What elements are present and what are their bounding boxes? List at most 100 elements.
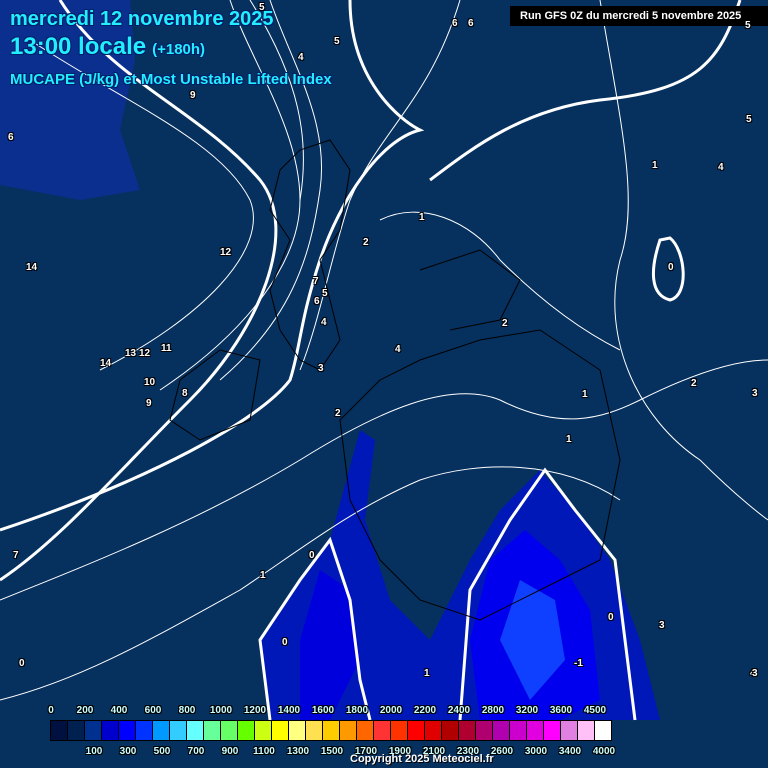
- legend-label-bottom: 700: [187, 746, 205, 757]
- legend-swatch: [85, 721, 102, 740]
- legend-label-top: 1800: [345, 705, 369, 716]
- contour-label: 14: [100, 358, 112, 369]
- legend-swatch: [374, 721, 391, 740]
- legend-swatch: [408, 721, 425, 740]
- contour-label: 0: [608, 612, 614, 623]
- legend-swatch: [102, 721, 119, 740]
- contour-label: 11: [161, 343, 172, 354]
- contour-label: 4: [718, 162, 724, 173]
- contour-label: 9: [146, 398, 152, 409]
- forecast-date: mercredi 12 novembre 2025: [10, 8, 274, 30]
- legend-label-top: 2400: [447, 705, 471, 716]
- legend-swatch: [136, 721, 153, 740]
- legend-label-top: 2200: [413, 705, 437, 716]
- contour-label: 4: [395, 344, 401, 355]
- contour-label: 1: [424, 668, 430, 679]
- legend-label-bottom: 500: [153, 746, 171, 757]
- legend-swatch: [323, 721, 340, 740]
- contour-label: 7: [313, 276, 319, 287]
- copyright: Copyright 2025 Meteociel.fr: [350, 753, 494, 765]
- legend-label-bottom: 900: [221, 746, 239, 757]
- mucape-map: [0, 0, 768, 721]
- legend-swatch: [357, 721, 374, 740]
- contour-label: 5: [322, 288, 328, 299]
- legend-swatch: [51, 721, 68, 740]
- legend-swatch: [527, 721, 544, 740]
- contour-label: 2: [691, 378, 697, 389]
- contour-label: 5: [746, 114, 752, 125]
- legend-label-top: 1000: [209, 705, 233, 716]
- contour-label: 3: [752, 668, 758, 679]
- legend-label-top: 4500: [583, 705, 607, 716]
- legend-label-top: 1600: [311, 705, 335, 716]
- contour-label: 1: [419, 212, 425, 223]
- legend-label-bottom: 300: [119, 746, 137, 757]
- legend-swatch: [578, 721, 595, 740]
- legend-label-bottom: 100: [85, 746, 103, 757]
- contour-label: 0: [19, 658, 25, 669]
- legend-swatch: [306, 721, 323, 740]
- contour-label: 12: [139, 348, 151, 359]
- legend-swatch: [544, 721, 561, 740]
- contour-label: 6: [314, 296, 320, 307]
- legend-swatch: [493, 721, 510, 740]
- contour-label: 6: [468, 18, 474, 29]
- run-info: Run GFS 0Z du mercredi 5 novembre 2025: [510, 6, 768, 26]
- legend-swatch: [340, 721, 357, 740]
- contour-label: 4: [321, 317, 327, 328]
- contour-label: 10: [144, 377, 156, 388]
- contour-label: 1: [652, 160, 658, 171]
- contour-label: 1: [260, 570, 266, 581]
- legend-swatch: [459, 721, 476, 740]
- legend-label-top: 800: [178, 705, 196, 716]
- legend-swatch: [68, 721, 85, 740]
- contour-label: 3: [318, 363, 324, 374]
- legend-label-top: 200: [76, 705, 94, 716]
- legend-label-top: 600: [144, 705, 162, 716]
- legend-label-top: 1400: [277, 705, 301, 716]
- legend-swatch: [476, 721, 493, 740]
- contour-label: 6: [452, 18, 458, 29]
- contour-label: 3: [752, 388, 758, 399]
- legend-swatch: [204, 721, 221, 740]
- contour-label: 0: [282, 637, 288, 648]
- legend-swatch: [187, 721, 204, 740]
- legend-label-bottom: 1100: [253, 746, 275, 757]
- legend-swatch: [391, 721, 408, 740]
- contour-label: 12: [220, 247, 232, 258]
- contour-label: 14: [26, 262, 38, 273]
- forecast-time: 13:00 locale (+180h): [10, 33, 205, 61]
- contour-label: 2: [363, 237, 369, 248]
- legend-label-top: 2000: [379, 705, 403, 716]
- legend-swatch: [170, 721, 187, 740]
- legend-swatch: [595, 721, 611, 740]
- contour-label: 5: [334, 36, 340, 47]
- legend-label-bottom: 1500: [320, 746, 344, 757]
- legend-swatch: [272, 721, 289, 740]
- contour-label: 4: [298, 52, 304, 63]
- contour-label: 0: [309, 550, 315, 561]
- local-time: 13:00 locale: [10, 33, 147, 60]
- legend-label-bottom: 2600: [490, 746, 514, 757]
- legend-label-top: 2800: [481, 705, 505, 716]
- contour-label: 0: [668, 262, 674, 273]
- contour-label: 6: [8, 132, 14, 143]
- contour-label: -1: [574, 658, 583, 669]
- legend-swatch: [238, 721, 255, 740]
- contour-label: 2: [335, 408, 341, 419]
- contour-label: 1: [582, 389, 588, 400]
- contour-label: 5: [259, 2, 265, 13]
- legend-swatch: [425, 721, 442, 740]
- legend-swatch: [442, 721, 459, 740]
- legend-label-top: 400: [110, 705, 128, 716]
- legend-label-top: 3600: [549, 705, 573, 716]
- legend-swatch: [153, 721, 170, 740]
- legend-label-bottom: 3400: [558, 746, 582, 757]
- legend-swatch: [221, 721, 238, 740]
- contour-label: 3: [659, 620, 665, 631]
- color-legend: [50, 720, 612, 741]
- contour-label: 8: [182, 388, 188, 399]
- contour-label: 5: [745, 20, 751, 31]
- legend-swatch: [510, 721, 527, 740]
- contour-label: 9: [190, 90, 196, 101]
